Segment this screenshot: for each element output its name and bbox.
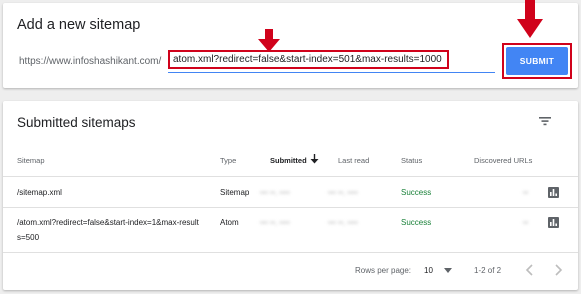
row-last-read-date: ••• ••, ••••	[328, 188, 358, 197]
chevron-right-icon[interactable]	[553, 264, 563, 276]
row-submitted-date: ••• ••, ••••	[260, 218, 290, 227]
column-header-type[interactable]: Type	[220, 156, 236, 165]
row-sitemap-path: /atom.xml?redirect=false&start-index=1&m…	[17, 218, 199, 227]
row-last-read-date: ••• ••, ••••	[328, 218, 358, 227]
row-type: Sitemap	[220, 188, 250, 197]
pagination-range: 1-2 of 2	[474, 266, 502, 275]
row-divider	[3, 207, 578, 208]
chevron-left-icon[interactable]	[525, 264, 535, 276]
row-type: Atom	[220, 218, 239, 227]
row-submitted-date: ••• ••, ••••	[260, 188, 290, 197]
sitemap-url-input[interactable]	[168, 50, 449, 69]
row-discovered-count: ••	[523, 188, 529, 197]
row-sitemap-path-continued: s=500	[17, 233, 40, 242]
submitted-sitemaps-title: Submitted sitemaps	[17, 115, 136, 130]
arrow-down-annotation	[258, 29, 280, 52]
bar-chart-icon[interactable]	[548, 217, 559, 228]
column-header-submitted[interactable]: Submitted	[270, 156, 307, 165]
row-divider	[3, 252, 578, 253]
column-header-discovered-urls[interactable]: Discovered URLs	[474, 156, 532, 165]
row-status: Success	[401, 218, 432, 227]
input-underline	[168, 72, 495, 73]
header-divider	[3, 176, 578, 177]
sitemap-url-prefix: https://www.infoshashikant.com/	[19, 56, 162, 67]
row-discovered-count: ••	[523, 218, 529, 227]
submit-button[interactable]: SUBMIT	[506, 47, 568, 75]
bar-chart-icon[interactable]	[548, 187, 559, 198]
dropdown-icon[interactable]	[444, 268, 452, 274]
rows-per-page-label: Rows per page:	[355, 266, 412, 275]
column-header-last-read[interactable]: Last read	[338, 156, 369, 165]
sort-arrow-down-icon[interactable]	[310, 154, 319, 164]
rows-per-page-select[interactable]: 10	[424, 266, 433, 275]
row-sitemap-path: /sitemap.xml	[17, 188, 62, 197]
submitted-sitemaps-card: Submitted sitemaps Sitemap Type Submitte…	[3, 101, 578, 290]
row-status: Success	[401, 188, 432, 197]
add-sitemap-card: Add a new sitemap https://www.infoshashi…	[3, 3, 578, 88]
add-sitemap-title: Add a new sitemap	[17, 17, 141, 33]
filter-icon[interactable]	[538, 114, 552, 128]
arrow-down-annotation	[517, 0, 543, 38]
column-header-status[interactable]: Status	[401, 156, 422, 165]
column-header-sitemap[interactable]: Sitemap	[17, 156, 45, 165]
